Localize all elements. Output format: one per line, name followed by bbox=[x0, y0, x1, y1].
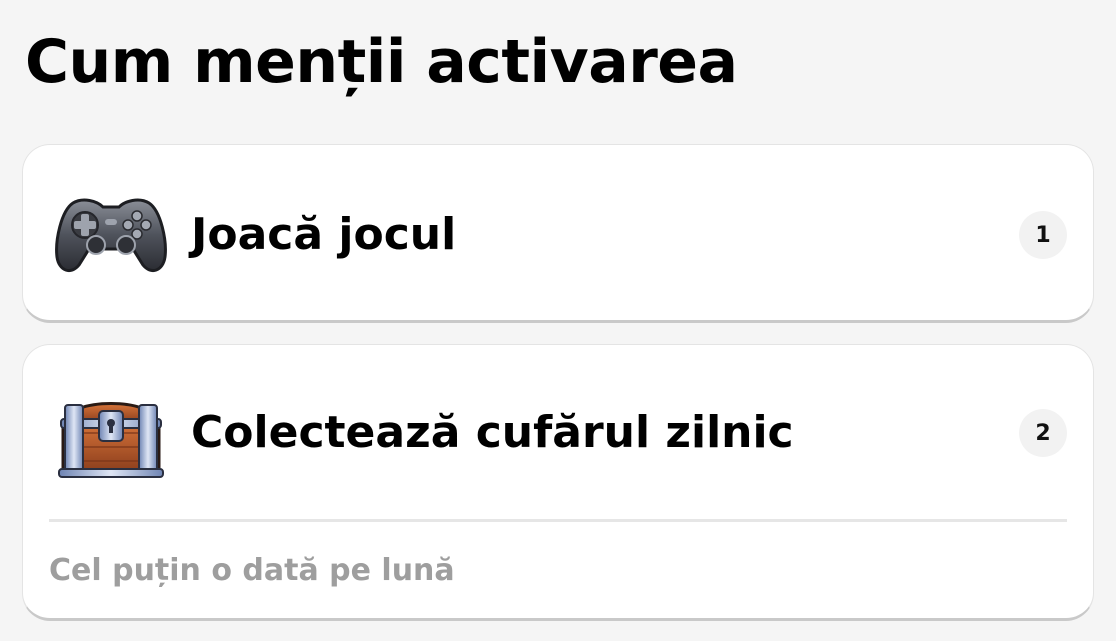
step-card-daily-chest[interactable]: Colectează cufărul zilnic 2 Cel puțin o … bbox=[22, 344, 1094, 621]
step-number-badge: 1 bbox=[1019, 211, 1067, 259]
step-row: Joacă jocul 1 bbox=[23, 145, 1093, 320]
step-label: Colectează cufărul zilnic bbox=[191, 407, 794, 458]
gamepad-icon bbox=[51, 185, 171, 285]
step-label: Joacă jocul bbox=[191, 209, 457, 260]
activation-page: Cum menții activarea Joacă jocul 1 Colec… bbox=[0, 0, 1116, 641]
step-row: Colectează cufărul zilnic 2 bbox=[23, 345, 1093, 521]
treasure-chest-icon bbox=[51, 383, 171, 483]
step-note: Cel puțin o dată pe lună bbox=[49, 553, 455, 588]
divider bbox=[49, 519, 1067, 522]
step-number-badge: 2 bbox=[1019, 409, 1067, 457]
page-title: Cum menții activarea bbox=[25, 27, 738, 97]
step-card-play-game[interactable]: Joacă jocul 1 bbox=[22, 144, 1094, 323]
